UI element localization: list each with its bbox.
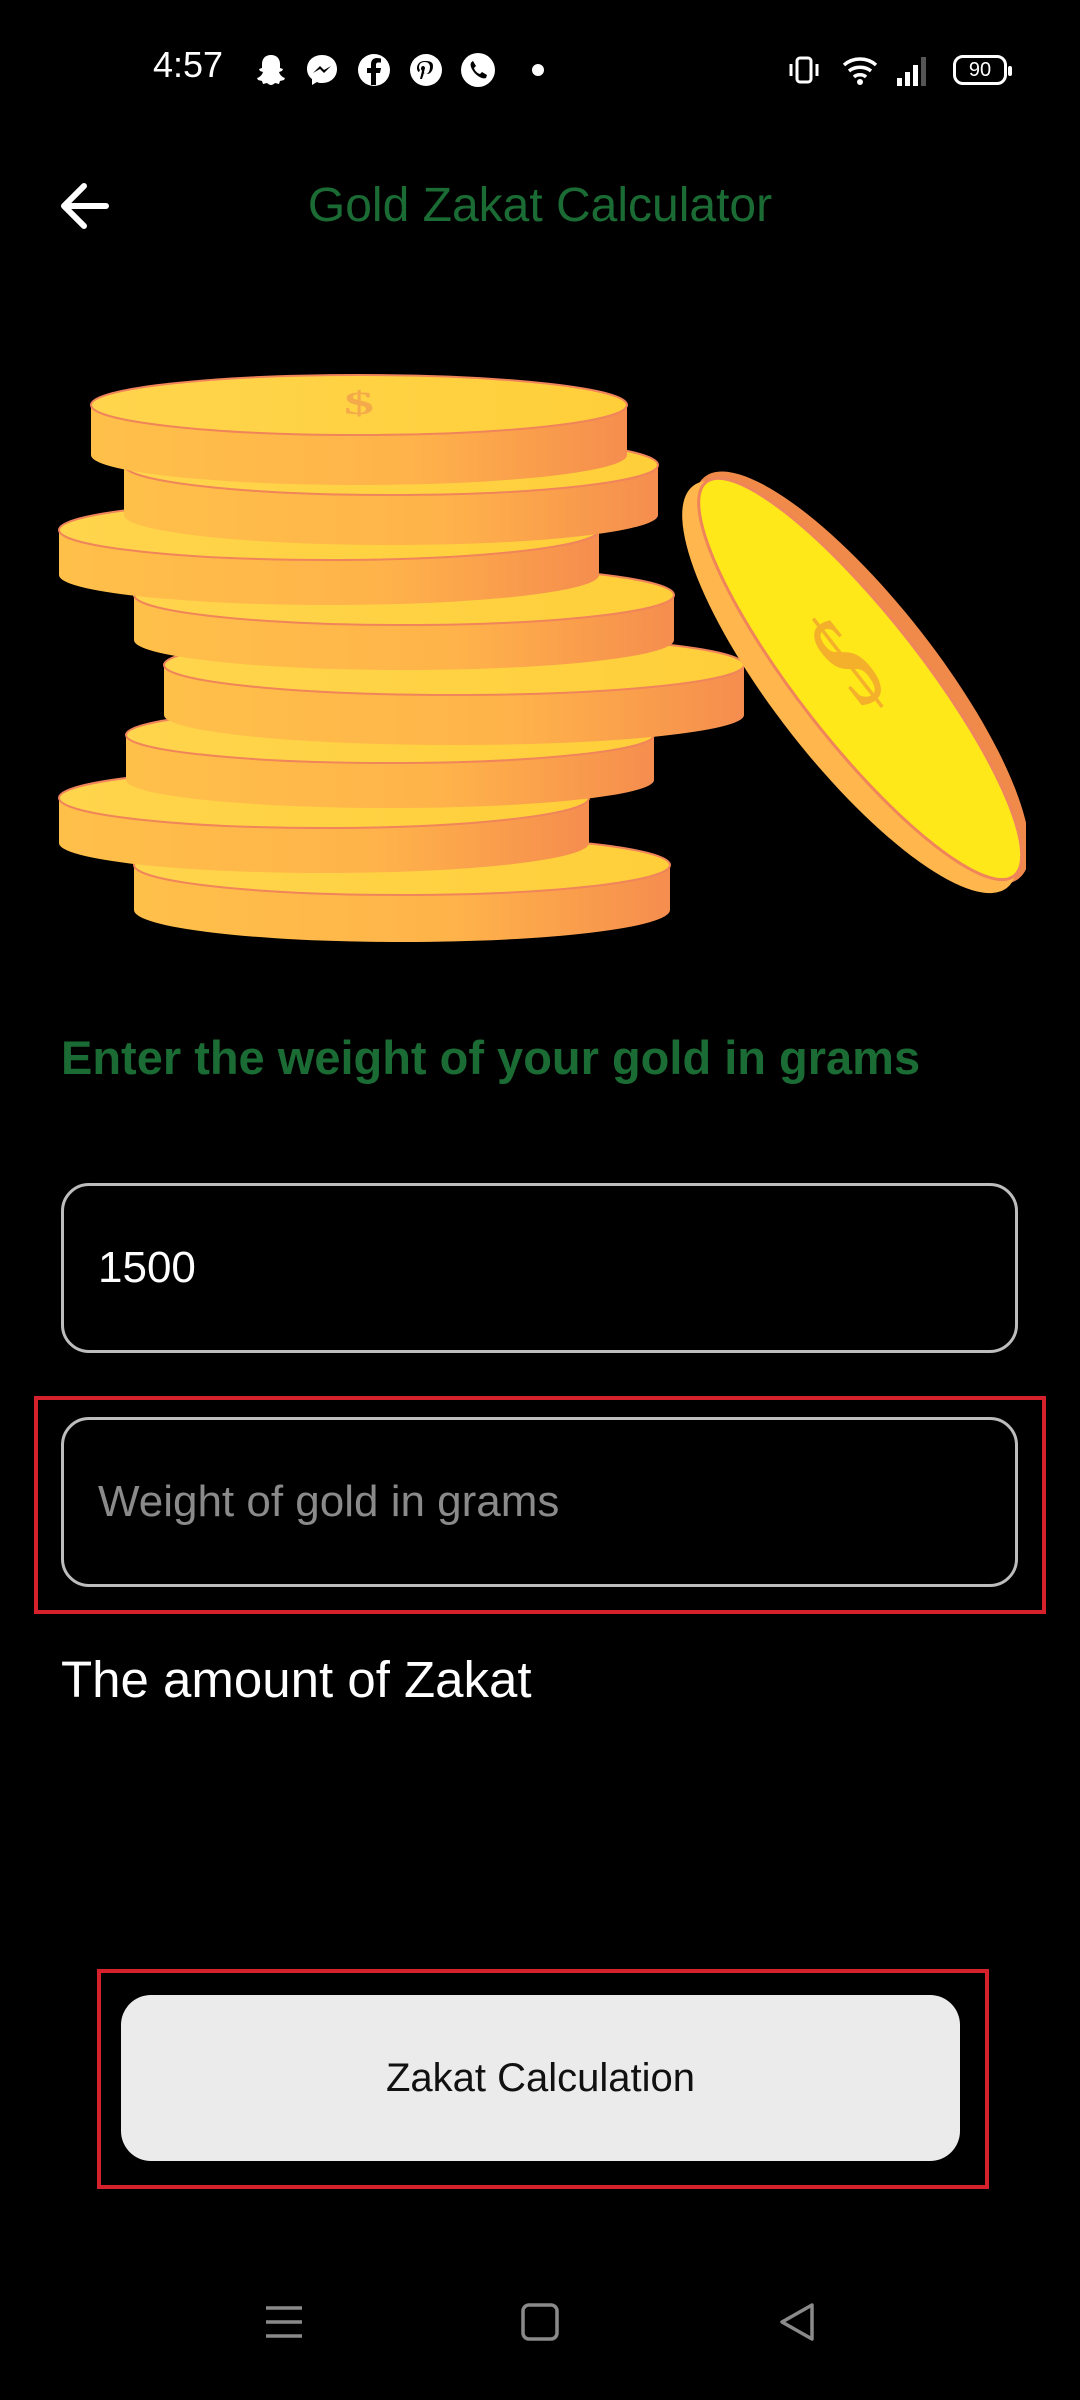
- zakat-amount-label: The amount of Zakat: [61, 1651, 532, 1708]
- back-triangle-icon[interactable]: [776, 2300, 820, 2344]
- menu-icon[interactable]: [262, 2300, 306, 2344]
- vibrate-icon: [789, 56, 819, 84]
- facebook-icon: [358, 54, 390, 86]
- snapchat-icon: [257, 55, 285, 85]
- wifi-icon: [842, 57, 878, 85]
- weight-grams-input[interactable]: [61, 1417, 1018, 1587]
- page-title: Gold Zakat Calculator: [307, 179, 773, 232]
- status-bar: 4:57 90: [0, 0, 1080, 140]
- weight-prompt: Enter the weight of your gold in grams: [61, 1031, 921, 1084]
- phone-icon: [461, 53, 495, 87]
- messenger-icon: [307, 55, 337, 85]
- svg-text:$: $: [344, 385, 374, 421]
- pinterest-icon: [410, 54, 442, 86]
- gold-weight-input[interactable]: [61, 1183, 1018, 1353]
- battery-icon: 90: [953, 55, 1012, 85]
- zakat-calculation-button[interactable]: Zakat Calculation: [121, 1995, 960, 2161]
- status-time: 4:57: [153, 44, 224, 85]
- dot-icon: [532, 64, 544, 76]
- gold-coins-image: $ $: [58, 374, 1026, 942]
- signal-icon: [897, 57, 926, 86]
- home-square-icon[interactable]: [518, 2300, 562, 2344]
